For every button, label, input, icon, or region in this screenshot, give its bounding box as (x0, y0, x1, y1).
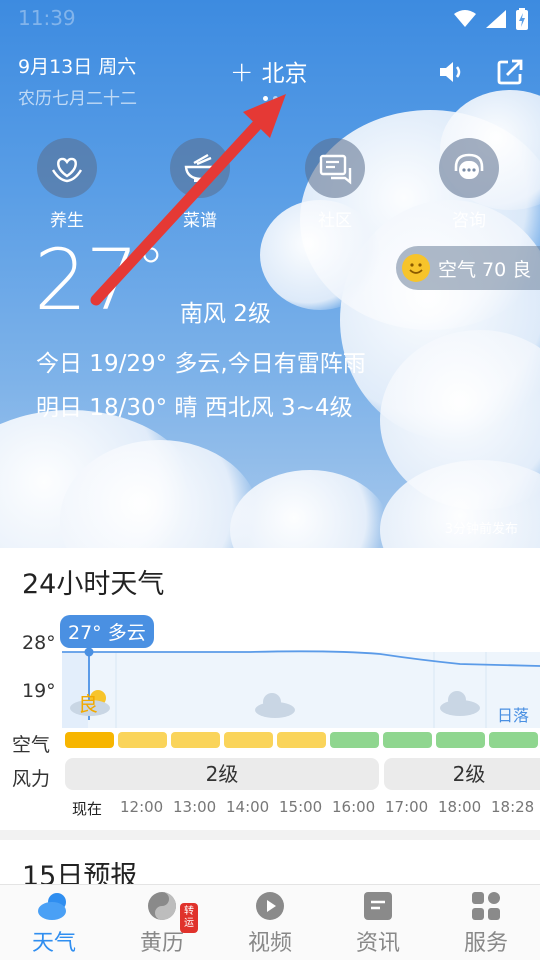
aq-cell (383, 732, 432, 748)
status-icons (454, 8, 528, 30)
voice-broadcast-button[interactable] (436, 56, 468, 88)
current-point (84, 647, 94, 657)
time-label: 12:00 (120, 798, 164, 816)
service-recipe[interactable]: 菜谱 (170, 138, 230, 231)
chat-bubbles-icon (305, 138, 365, 198)
current-temperature: 27° (34, 237, 165, 322)
weather-hero: 11:39 9月13日 周六 农历七月二十二 + 北京 养生 菜谱 社区 咨询 … (0, 0, 540, 548)
aq-cell (489, 732, 538, 748)
wind-row-label: 风力 (12, 768, 51, 790)
tab-weather[interactable]: 天气 (0, 885, 108, 960)
temperature-value: 27 (34, 231, 139, 329)
hourly-forecast-card: 24小时天气 28° 19° 27° 多云 良 日落 空气 风力 2级 2级 现… (0, 548, 540, 830)
degree-symbol: ° (136, 237, 165, 302)
y-label-low: 19° (22, 680, 56, 702)
tab-label: 资讯 (355, 931, 400, 956)
wind-level-segment: 2级 (65, 758, 379, 790)
air-row-label: 空气 (12, 734, 51, 756)
speaker-icon (440, 62, 461, 82)
service-label: 咨询 (452, 211, 486, 231)
time-label: 15:00 (279, 798, 323, 816)
share-button[interactable] (494, 56, 526, 88)
page-dot (273, 96, 278, 101)
tab-news[interactable]: 资讯 (324, 885, 432, 960)
weather-icon (37, 889, 71, 923)
aq-cell (330, 732, 379, 748)
bowl-icon (170, 138, 230, 198)
aq-cell (224, 732, 273, 748)
aq-cell (277, 732, 326, 748)
time-label: 16:00 (332, 798, 376, 816)
service-consult[interactable]: 咨询 (439, 138, 499, 231)
cell-signal-icon (486, 10, 506, 28)
page-indicator (263, 96, 278, 101)
tab-video[interactable]: 视频 (216, 885, 324, 960)
battery-icon (516, 8, 528, 30)
smiley-icon (402, 254, 430, 282)
tab-label: 黄历 (139, 931, 184, 956)
aq-cell (118, 732, 167, 748)
service-community[interactable]: 社区 (305, 138, 365, 231)
time-label: 18:28 (491, 798, 535, 816)
city-selector[interactable]: + 北京 (230, 54, 307, 88)
tomorrow-summary: 明日 18/30° 晴 西北风 3~4级 (36, 395, 353, 421)
tab-label: 视频 (247, 931, 292, 956)
time-label: 17:00 (385, 798, 429, 816)
tab-services[interactable]: 服务 (432, 885, 540, 960)
tab-label: 服务 (463, 931, 508, 956)
date-label: 9月13日 周六 (18, 56, 137, 78)
air-quality-text: 空气 70 良 (438, 258, 532, 281)
published-time: 3分钟前发布 (444, 522, 518, 537)
grid-icon (469, 889, 503, 923)
share-icon (497, 59, 523, 85)
status-bar: 11:39 (0, 0, 540, 36)
add-city-icon[interactable]: + (230, 55, 253, 88)
aq-cell (171, 732, 220, 748)
time-label: 14:00 (226, 798, 270, 816)
sunset-label: 日落 (497, 706, 530, 725)
time-label: 现在 (72, 800, 103, 818)
fifteen-day-card[interactable]: 15日预报 (0, 840, 540, 892)
service-label: 菜谱 (183, 211, 217, 231)
service-label: 养生 (50, 211, 84, 231)
yin-yang-icon (145, 889, 179, 923)
hourly-temperature-chart (62, 647, 540, 728)
y-label-high: 28° (22, 632, 56, 654)
aq-level-badge: 良 (78, 692, 98, 716)
tab-almanac[interactable]: 黄历 转运 (108, 885, 216, 960)
city-name: 北京 (261, 61, 308, 87)
tab-label: 天气 (31, 931, 76, 956)
service-label: 社区 (318, 211, 352, 231)
page-dot-active (263, 96, 268, 101)
current-wind: 南风 2级 (180, 301, 271, 327)
aq-cell (65, 732, 114, 748)
wind-level-segment: 2级 (384, 758, 540, 790)
service-health[interactable]: 养生 (37, 138, 97, 231)
news-icon (361, 889, 395, 923)
status-time: 11:39 (18, 6, 76, 30)
lunar-date-label: 农历七月二十二 (18, 89, 137, 109)
time-label: 13:00 (173, 798, 217, 816)
aq-cell (436, 732, 485, 748)
lucky-badge: 转运 (180, 903, 198, 933)
time-label: 18:00 (438, 798, 482, 816)
bottom-tab-bar: 天气 黄历 转运 视频 资讯 服务 (0, 884, 540, 960)
current-tooltip: 27° 多云 (60, 615, 154, 648)
air-quality-badge[interactable]: 空气 70 良 (396, 246, 540, 290)
today-summary: 今日 19/29° 多云,今日有雷阵雨 (36, 351, 366, 377)
video-play-icon (253, 889, 287, 923)
lotus-hands-icon (37, 138, 97, 198)
headset-icon (439, 138, 499, 198)
wifi-icon (454, 10, 476, 27)
